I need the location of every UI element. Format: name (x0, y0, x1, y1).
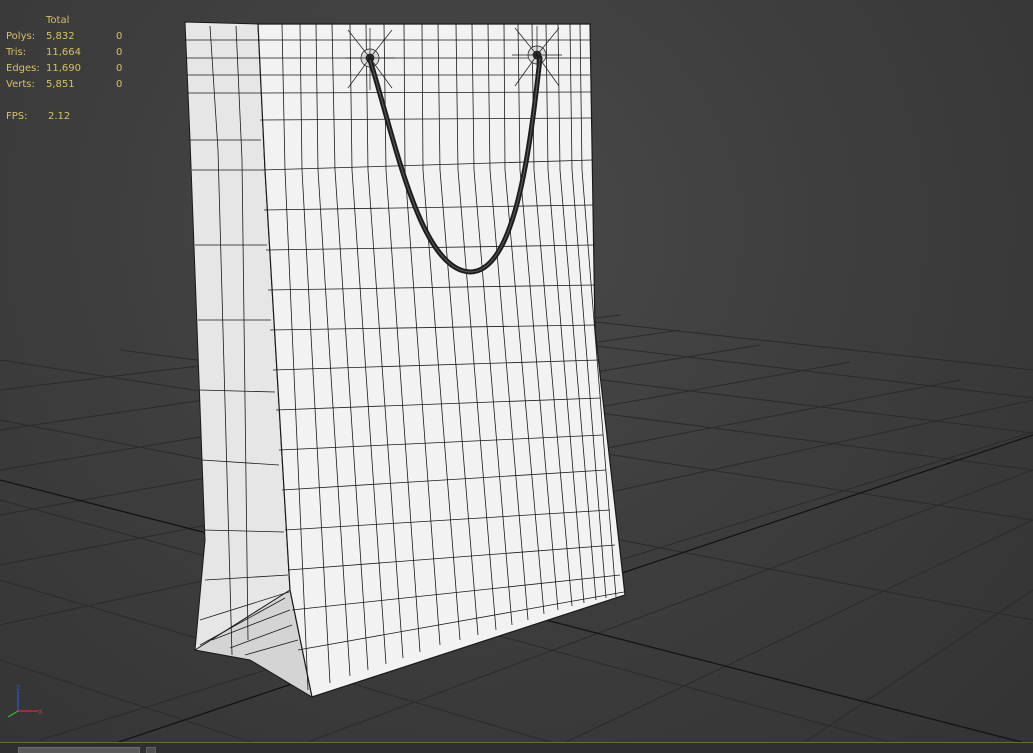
scene-canvas[interactable] (0, 0, 1033, 753)
timeline-strip[interactable] (0, 742, 1033, 753)
axis-gizmo-icon: z x (7, 683, 43, 718)
stats-selected: 0 (116, 79, 123, 90)
stats-label: Tris: (6, 47, 27, 58)
stats-total: 11,690 (46, 63, 81, 74)
perspective-viewport[interactable]: Total Polys: 5,832 0 Tris: 11,664 0 Edge… (0, 0, 1033, 753)
stats-label: Verts: (6, 79, 35, 90)
stats-header: Total (46, 15, 70, 26)
fps-label: FPS: (6, 111, 28, 122)
stats-total: 5,832 (46, 31, 75, 42)
timeline-slider-end[interactable] (146, 747, 156, 753)
stats-total: 5,851 (46, 79, 75, 90)
x-axis-label: x (38, 707, 43, 716)
y-axis-line (7, 710, 19, 718)
stats-selected: 0 (116, 47, 123, 58)
stats-label: Polys: (6, 31, 36, 42)
stats-selected: 0 (116, 63, 123, 74)
stats-label: Edges: (6, 63, 40, 74)
timeline-slider[interactable] (18, 747, 140, 753)
stats-total: 11,664 (46, 47, 81, 58)
fps-value: 2.12 (48, 111, 71, 122)
shopping-bag-model[interactable] (184, 21, 626, 699)
z-axis-label: z (16, 683, 20, 692)
stats-selected: 0 (116, 31, 123, 42)
